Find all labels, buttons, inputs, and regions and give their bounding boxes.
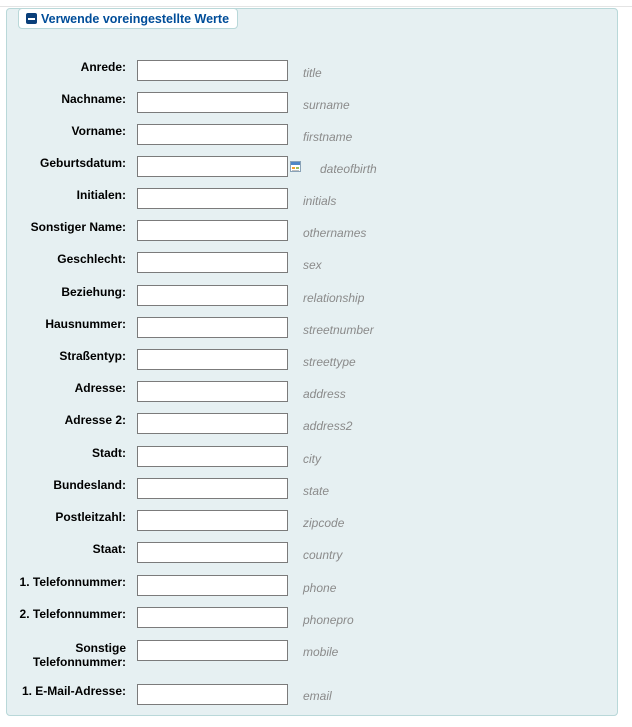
field-hint-surname: surname — [303, 98, 350, 112]
form-row-zipcode: Postleitzahl: zipcode — [0, 508, 632, 534]
streettype-input[interactable] — [137, 349, 288, 370]
top-divider — [0, 6, 632, 7]
field-label-address2: Adresse 2: — [64, 413, 126, 427]
form-row-relationship: Beziehung: relationship — [0, 283, 632, 309]
field-hint-relationship: relationship — [303, 291, 365, 305]
default-values-toggle[interactable]: Verwende voreingestellte Werte — [18, 8, 239, 29]
field-label-email: 1. E-Mail-Adresse: — [21, 684, 126, 698]
surname-input[interactable] — [137, 92, 288, 113]
relationship-input[interactable] — [137, 285, 288, 306]
field-label-state: Bundesland: — [53, 478, 126, 492]
field-hint-dateofbirth: dateofbirth — [320, 162, 377, 176]
form-row-address2: Adresse 2: address2 — [0, 411, 632, 437]
phonepro-input[interactable] — [137, 607, 288, 628]
form-row-streetnumber: Hausnummer: streetnumber — [0, 315, 632, 341]
field-hint-address: address — [303, 387, 346, 401]
address-input[interactable] — [137, 381, 288, 402]
field-label-sex: Geschlecht: — [57, 252, 126, 266]
field-label-streetnumber: Hausnummer: — [45, 317, 126, 331]
minus-square-icon[interactable] — [26, 13, 37, 24]
field-hint-sex: sex — [303, 258, 322, 272]
initials-input[interactable] — [137, 188, 288, 209]
streetnumber-input[interactable] — [137, 317, 288, 338]
country-input[interactable] — [137, 542, 288, 563]
form-row-othernames: Sonstiger Name: othernames — [0, 218, 632, 244]
field-label-phone: 1. Telefonnummer: — [19, 575, 126, 589]
form-row-title: Anrede: title — [0, 58, 632, 84]
form-row-surname: Nachname: surname — [0, 90, 632, 116]
form-row-initials: Initialen: initials — [0, 186, 632, 212]
form-row-streettype: Straßentyp: streettype — [0, 347, 632, 373]
field-label-mobile: Sonstige Telefonnummer: — [32, 641, 126, 669]
email-input[interactable] — [137, 684, 288, 705]
field-hint-mobile: mobile — [303, 645, 339, 659]
field-label-dateofbirth: Geburtsdatum: — [39, 156, 126, 170]
field-hint-title: title — [303, 66, 322, 80]
form-row-phone: 1. Telefonnummer: phone — [0, 573, 632, 599]
field-hint-streetnumber: streetnumber — [303, 323, 374, 337]
dateofbirth-input[interactable] — [137, 156, 288, 177]
field-label-zipcode: Postleitzahl: — [55, 510, 126, 524]
form-row-city: Stadt: city — [0, 444, 632, 470]
field-label-firstname: Vorname: — [71, 124, 126, 138]
state-input[interactable] — [137, 478, 288, 499]
form-row-mobile: Sonstige Telefonnummer: mobile — [0, 638, 632, 672]
field-label-title: Anrede: — [80, 60, 126, 74]
field-label-surname: Nachname: — [61, 92, 126, 106]
field-label-initials: Initialen: — [76, 188, 126, 202]
firstname-input[interactable] — [137, 124, 288, 145]
othernames-input[interactable] — [137, 220, 288, 241]
field-label-city: Stadt: — [92, 446, 126, 460]
field-hint-firstname: firstname — [303, 130, 353, 144]
field-hint-state: state — [303, 484, 330, 498]
field-hint-email: email — [303, 689, 332, 703]
field-hint-streettype: streettype — [303, 355, 356, 369]
form-row-phonepro: 2. Telefonnummer: phonepro — [0, 605, 632, 631]
field-label-othernames: Sonstiger Name: — [30, 220, 126, 234]
form-row-sex: Geschlecht: sex — [0, 250, 632, 276]
calendar-icon[interactable] — [290, 161, 301, 172]
field-hint-phonepro: phonepro — [303, 613, 354, 627]
form-row-address: Adresse: address — [0, 379, 632, 405]
field-hint-phone: phone — [303, 581, 337, 595]
field-hint-country: country — [303, 548, 343, 562]
field-hint-zipcode: zipcode — [303, 516, 345, 530]
mobile-input[interactable] — [137, 640, 288, 661]
field-hint-initials: initials — [303, 194, 337, 208]
field-hint-address2: address2 — [303, 419, 353, 433]
section-legend: Verwende voreingestellte Werte — [41, 11, 230, 26]
form-row-country: Staat: country — [0, 540, 632, 566]
form-row-email: 1. E-Mail-Adresse: email — [0, 682, 632, 708]
field-label-phonepro: 2. Telefonnummer: — [19, 607, 126, 621]
sex-input[interactable] — [137, 252, 288, 273]
form-row-dateofbirth: Geburtsdatum: dateofbirth — [0, 154, 632, 180]
field-label-country: Staat: — [92, 542, 126, 556]
field-label-relationship: Beziehung: — [61, 285, 126, 299]
field-hint-othernames: othernames — [303, 226, 367, 240]
zipcode-input[interactable] — [137, 510, 288, 531]
city-input[interactable] — [137, 446, 288, 467]
title-input[interactable] — [137, 60, 288, 81]
field-label-address: Adresse: — [74, 381, 126, 395]
address2-input[interactable] — [137, 413, 288, 434]
phone-input[interactable] — [137, 575, 288, 596]
form-row-state: Bundesland: state — [0, 476, 632, 502]
field-label-streettype: Straßentyp: — [59, 349, 126, 363]
field-hint-city: city — [303, 452, 321, 466]
form-row-firstname: Vorname: firstname — [0, 122, 632, 148]
